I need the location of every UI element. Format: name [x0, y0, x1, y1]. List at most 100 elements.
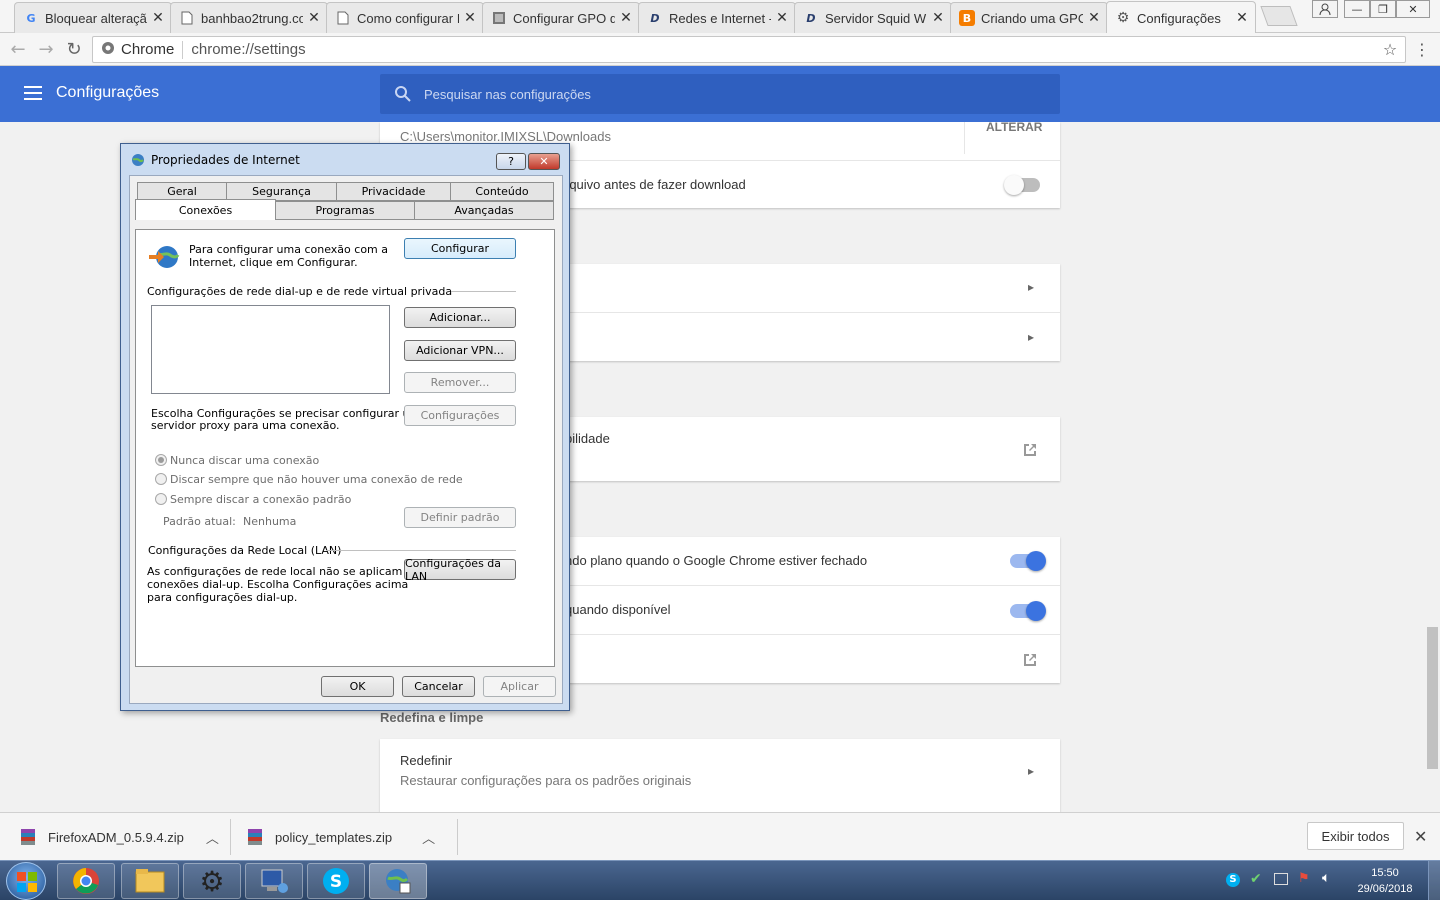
tray-network-icon[interactable]	[1274, 873, 1288, 885]
start-button[interactable]	[6, 862, 46, 900]
dh-icon: D	[650, 11, 660, 25]
radio-always-dial[interactable]	[155, 493, 167, 505]
page-icon	[179, 10, 195, 26]
show-all-downloads-button[interactable]: Exibir todos	[1307, 822, 1404, 850]
proxy-text-line2: servidor proxy para uma conexão.	[151, 419, 340, 432]
tray-skype-icon[interactable]: S	[1226, 873, 1240, 887]
skype-icon: S	[323, 868, 349, 894]
settings-button[interactable]: Configurações	[404, 405, 516, 426]
remove-button[interactable]: Remover...	[404, 372, 516, 393]
chevron-up-icon[interactable]: ︿	[206, 828, 219, 847]
taskbar-network[interactable]	[245, 863, 303, 899]
close-downloads-icon[interactable]: ✕	[1414, 827, 1427, 846]
forward-arrow-icon[interactable]: →	[34, 38, 58, 62]
taskbar-internet-options[interactable]	[369, 863, 427, 899]
tab-redes-internet[interactable]: D Redes e Internet - ✕	[638, 2, 796, 33]
tab-conexoes[interactable]: Conexões	[135, 199, 276, 220]
tray-flag-icon[interactable]: ⚑	[1298, 871, 1310, 886]
star-icon[interactable]: ☆	[1378, 38, 1402, 62]
close-icon[interactable]: ✕	[463, 10, 477, 26]
tab-como-configurar[interactable]: Como configurar I ✕	[326, 2, 484, 33]
tab-criando-gpo[interactable]: B Criando uma GPO ✕	[950, 2, 1108, 33]
google-icon: G	[26, 11, 36, 25]
tab-servidor-squid[interactable]: D Servidor Squid W ✕	[794, 2, 952, 33]
tab-title: Configurações	[1137, 10, 1221, 26]
close-icon[interactable]: ✕	[151, 10, 165, 26]
download-item[interactable]: FirefoxADM_0.5.9.4.zip ︿	[20, 813, 230, 861]
close-icon[interactable]: ✕	[1235, 10, 1249, 26]
clock-time: 15:50	[1371, 867, 1399, 879]
close-icon[interactable]: ✕	[619, 10, 633, 26]
tab-conteudo[interactable]: Conteúdo	[450, 182, 554, 201]
accessibility-label: bilidade	[565, 431, 610, 446]
back-arrow-icon[interactable]: ←	[6, 38, 30, 62]
hardware-accel-label: quando disponível	[565, 602, 671, 617]
reload-icon[interactable]: ↻	[62, 38, 86, 62]
settings-header: Configurações	[0, 66, 1440, 122]
close-window-button[interactable]: ✕	[1396, 0, 1430, 18]
restore-button[interactable]: ❐	[1370, 0, 1396, 18]
connections-list[interactable]	[151, 305, 390, 394]
add-button[interactable]: Adicionar...	[404, 307, 516, 328]
tab-programas[interactable]: Programas	[275, 201, 415, 220]
lan-settings-button[interactable]: Configurações da LAN	[404, 557, 516, 583]
chevron-up-icon[interactable]: ︿	[422, 828, 435, 847]
hamburger-menu-icon[interactable]	[24, 86, 42, 100]
change-button[interactable]: ALTERAR	[986, 122, 1042, 134]
dh-icon: D	[806, 11, 816, 25]
omnibox-url[interactable]: chrome://settings	[191, 41, 305, 58]
tab-title: Redes e Internet -	[669, 10, 771, 26]
show-desktop-button[interactable]	[1428, 861, 1440, 900]
close-icon[interactable]: ✕	[775, 10, 789, 26]
tray-check-icon[interactable]: ✔	[1250, 871, 1262, 887]
taskbar-chrome[interactable]	[57, 863, 115, 899]
tab-configurar-gpo[interactable]: Configurar GPO d ✕	[482, 2, 640, 33]
close-icon[interactable]: ✕	[307, 10, 321, 26]
reset-row[interactable]: Redefinir Restaurar configurações para o…	[380, 739, 1060, 803]
reset-title: Redefinir	[400, 753, 453, 768]
cancel-button[interactable]: Cancelar	[402, 676, 475, 697]
tab-title: Bloquear alteraçã	[45, 10, 147, 26]
setup-button[interactable]: Configurar	[404, 238, 516, 259]
radio-never-dial[interactable]	[155, 454, 167, 466]
taskbar-settings[interactable]: ⚙	[183, 863, 241, 899]
new-tab-button[interactable]	[1260, 6, 1298, 26]
reset-card: Redefinir Restaurar configurações para o…	[380, 739, 1060, 812]
taskbar-explorer[interactable]	[121, 863, 179, 899]
menu-dots-icon[interactable]: ⋮	[1410, 38, 1434, 62]
set-default-button[interactable]: Definir padrão	[404, 507, 516, 528]
close-dialog-button[interactable]: ✕	[528, 153, 560, 170]
add-vpn-button[interactable]: Adicionar VPN...	[404, 340, 516, 361]
settings-search[interactable]	[380, 74, 1060, 114]
close-icon[interactable]: ✕	[931, 10, 945, 26]
chrome-icon	[101, 41, 115, 59]
taskbar-skype[interactable]: S	[307, 863, 365, 899]
close-icon[interactable]: ✕	[1087, 10, 1101, 26]
taskbar-clock[interactable]: 15:50 29/06/2018	[1346, 865, 1424, 897]
site-icon	[491, 10, 507, 26]
user-icon[interactable]	[1312, 0, 1338, 18]
tab-banhbao[interactable]: banhbao2trung.co ✕	[170, 2, 328, 33]
winrar-archive-icon	[248, 829, 262, 845]
tab-avancadas[interactable]: Avançadas	[414, 201, 554, 220]
hardware-accel-toggle[interactable]	[1010, 601, 1046, 621]
tab-privacidade[interactable]: Privacidade	[336, 182, 451, 201]
internet-properties-dialog: Propriedades de Internet ? ✕ Geral Segur…	[120, 143, 570, 711]
tab-configuracoes[interactable]: ⚙ Configurações ✕	[1106, 1, 1256, 34]
apply-button[interactable]: Aplicar	[483, 676, 556, 697]
search-input[interactable]	[424, 74, 1044, 114]
scrollbar-thumb[interactable]	[1427, 627, 1438, 769]
address-bar[interactable]: Chrome chrome://settings	[92, 36, 1406, 63]
tab-title: Como configurar I	[357, 10, 459, 26]
tray-volume-icon[interactable]: 🔈︎	[1322, 870, 1330, 886]
ask-download-toggle[interactable]	[1004, 175, 1040, 195]
radio-dial-when-none-label: Discar sempre que não houver uma conexão…	[170, 473, 463, 486]
radio-dial-when-none[interactable]	[155, 473, 167, 485]
tab-bloquear[interactable]: G Bloquear alteraçã ✕	[14, 2, 172, 33]
background-apps-toggle[interactable]	[1010, 551, 1046, 571]
ok-button[interactable]: OK	[321, 676, 394, 697]
download-item[interactable]: policy_templates.zip ︿	[247, 813, 457, 861]
minimize-button[interactable]: —	[1344, 0, 1370, 18]
help-button[interactable]: ?	[496, 153, 526, 170]
globe-icon	[132, 154, 144, 166]
